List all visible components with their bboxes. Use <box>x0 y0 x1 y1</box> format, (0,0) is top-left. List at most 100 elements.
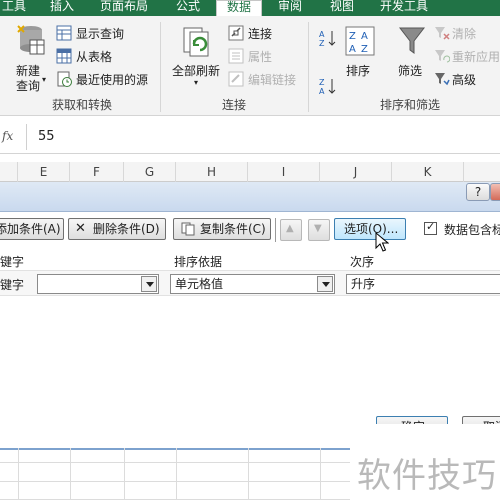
column-header[interactable]: J <box>320 162 392 182</box>
from-table-icon <box>56 48 72 64</box>
svg-text:Z: Z <box>319 39 325 48</box>
formula-bar: fx 55 <box>0 120 500 154</box>
has-headers-checkbox[interactable]: ✓ <box>424 220 437 235</box>
edit-links-icon <box>228 71 244 87</box>
tab-view[interactable]: 视图 <box>330 0 354 16</box>
column-header[interactable]: G <box>124 162 176 182</box>
refresh-all-button[interactable]: 全部刷新 ▾ <box>168 24 224 94</box>
clear-filter-icon <box>435 27 450 40</box>
chevron-down-icon <box>317 276 333 292</box>
toolbar-divider <box>275 218 276 242</box>
clear-filter-label: 清除 <box>452 27 477 41</box>
tab-review[interactable]: 审阅 <box>278 0 302 16</box>
show-queries-icon <box>56 25 72 41</box>
column-header[interactable]: K <box>392 162 464 182</box>
connections-button[interactable]: 连接 <box>228 24 288 42</box>
group-separator <box>160 22 161 112</box>
move-down-icon: ▼ <box>314 223 322 234</box>
worksheet-grid[interactable]: 软件技巧 <box>0 424 500 500</box>
sort-button[interactable]: Z A A Z 排序 <box>342 24 378 94</box>
tab-data[interactable]: 数据 <box>216 0 262 17</box>
properties-label: 属性 <box>248 50 273 64</box>
tab-page-layout[interactable]: 页面布局 <box>100 0 148 16</box>
fx-separator <box>26 124 27 150</box>
options-label: 选项(O)... <box>344 222 399 236</box>
advanced-filter-button[interactable]: 高级 <box>434 70 500 88</box>
sort-key-label: 关键字 <box>0 278 25 292</box>
dropdown-arrow-icon: ▾ <box>42 75 47 84</box>
sort-filter-group-label: 排序和筛选 <box>380 98 441 112</box>
sort-on-dropdown[interactable]: 单元格值 <box>170 274 335 294</box>
tab-developer[interactable]: 开发工具 <box>380 0 428 16</box>
svg-text:A: A <box>361 31 368 42</box>
column-header[interactable]: E <box>18 162 70 182</box>
close-button[interactable] <box>490 183 500 201</box>
recent-sources-label: 最近使用的源 <box>76 73 149 87</box>
filter-label: 筛选 <box>398 64 423 78</box>
options-button[interactable]: 选项(O)... <box>334 218 406 240</box>
move-up-icon: ▲ <box>286 223 294 234</box>
ribbon-tab-bar: 工具 插入 页面布局 公式 数据 审阅 视图 开发工具 <box>0 0 500 17</box>
properties-button[interactable]: 属性 <box>228 47 288 65</box>
connections-label: 连接 <box>248 27 273 41</box>
clear-filter-button[interactable]: 清除 <box>434 24 500 42</box>
show-queries-label: 显示查询 <box>76 27 125 41</box>
mouse-cursor-icon <box>375 232 389 252</box>
new-query-button[interactable]: 新建 查询 ▾ <box>10 24 52 94</box>
ribbon: 新建 查询 ▾ 显示查询 从表格 最近使用的源 获取和转换 全部刷新 ▾ 连接 … <box>0 16 500 116</box>
sort-icon: Z A A Z <box>345 26 375 56</box>
show-queries-button[interactable]: 显示查询 <box>56 24 146 42</box>
filter-button[interactable]: 筛选 <box>394 24 430 94</box>
sort-key-dropdown[interactable] <box>37 274 159 294</box>
recent-sources-button[interactable]: 最近使用的源 <box>56 70 156 88</box>
order-dropdown[interactable]: 升序 <box>346 274 500 294</box>
connections-icon <box>228 25 244 41</box>
delete-level-button[interactable]: ✕ 删除条件(D) <box>68 218 166 240</box>
tab-insert[interactable]: 插入 <box>50 0 74 16</box>
formula-input[interactable]: 55 <box>38 129 55 144</box>
from-table-button[interactable]: 从表格 <box>56 47 146 65</box>
column-header-label: 关键字 <box>0 255 25 269</box>
sort-dialog: ? 添加条件(A) ✕ 删除条件(D) 复制条件(C) ▲ ▼ 选项(O)...… <box>0 182 500 448</box>
advanced-filter-label: 高级 <box>452 73 477 87</box>
new-query-label-2: 查询 <box>16 79 41 93</box>
column-header-row: E F G H I J K <box>0 162 500 182</box>
svg-text:A: A <box>349 44 356 55</box>
help-label: ? <box>474 185 482 199</box>
sort-label: 排序 <box>346 64 371 78</box>
copy-level-label: 复制条件(C) <box>200 222 266 236</box>
sort-on-value: 单元格值 <box>175 277 224 291</box>
has-headers-label: 数据包含标 <box>444 223 500 237</box>
reapply-icon <box>435 50 450 63</box>
move-down-button[interactable]: ▼ <box>308 219 330 241</box>
fx-icon[interactable]: fx <box>2 129 13 143</box>
refresh-all-icon <box>183 27 209 57</box>
chevron-down-icon <box>141 276 157 292</box>
sort-descending-button[interactable]: Z A <box>318 76 338 96</box>
new-query-icon <box>17 25 45 55</box>
advanced-filter-icon <box>435 73 450 86</box>
column-header[interactable]: I <box>248 162 320 182</box>
add-level-button[interactable]: 添加条件(A) <box>0 218 64 240</box>
delete-icon: ✕ <box>75 221 86 236</box>
from-table-label: 从表格 <box>76 50 113 64</box>
dialog-title-bar: ? <box>0 182 500 212</box>
order-header-label: 次序 <box>350 255 375 269</box>
svg-text:Z: Z <box>349 31 356 42</box>
column-header-corner <box>0 162 18 182</box>
tab-formulas[interactable]: 公式 <box>176 0 200 16</box>
svg-text:A: A <box>319 87 325 96</box>
reapply-button[interactable]: 重新应用 <box>434 47 500 65</box>
sort-ascending-icon: A Z <box>319 30 336 48</box>
move-up-button[interactable]: ▲ <box>280 219 302 241</box>
connections-group-label: 连接 <box>222 98 247 112</box>
help-button[interactable]: ? <box>466 183 490 201</box>
sort-ascending-button[interactable]: A Z <box>318 28 338 48</box>
column-header[interactable]: H <box>176 162 248 182</box>
column-header[interactable]: F <box>70 162 124 182</box>
copy-level-button[interactable]: 复制条件(C) <box>173 218 271 240</box>
edit-links-button[interactable]: 编辑链接 <box>228 70 308 88</box>
properties-icon <box>228 48 244 64</box>
delete-level-label: 删除条件(D) <box>93 222 160 236</box>
tab-tools[interactable]: 工具 <box>2 0 26 16</box>
